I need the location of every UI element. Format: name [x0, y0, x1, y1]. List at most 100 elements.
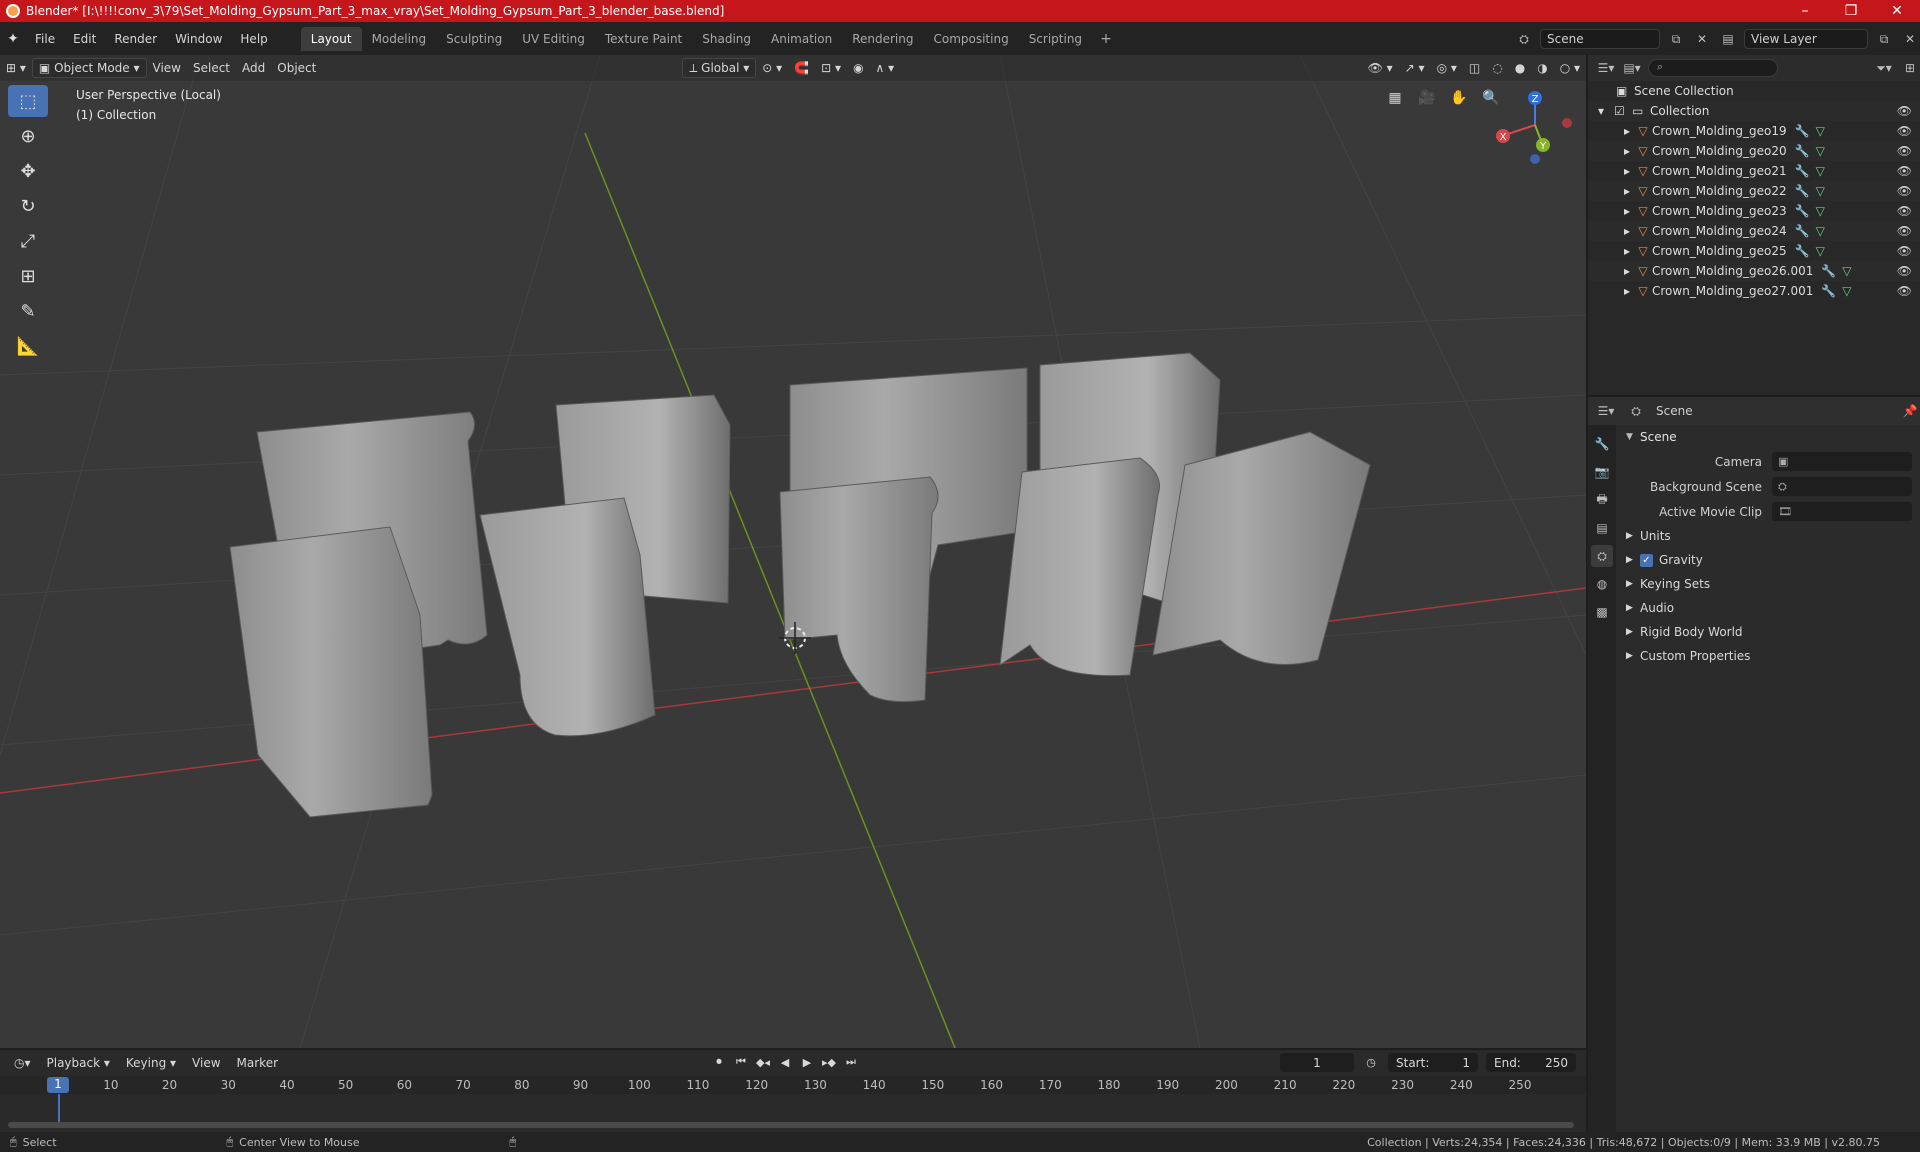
tree-row-object[interactable]: ▸ ▽ Crown_Molding_geo22 🔧 ▽ 👁 [1588, 181, 1920, 201]
material-shading-icon[interactable]: ◑ [1531, 58, 1553, 78]
tree-row-object[interactable]: ▸ ▽ Crown_Molding_geo25 🔧 ▽ 👁 [1588, 241, 1920, 261]
perspective-toggle-icon[interactable]: ▦ [1382, 85, 1408, 111]
mode-selector[interactable]: ▣ Object Mode ▾ [31, 58, 147, 78]
modifier-wrench-icon[interactable]: 🔧 [1821, 264, 1836, 278]
viewport-menu-view[interactable]: View [147, 58, 187, 78]
tab-modeling[interactable]: Modeling [362, 27, 437, 51]
crown-molding-objects[interactable] [229, 352, 1371, 818]
tab-texture-paint[interactable]: Texture Paint [595, 27, 692, 51]
custom-properties-panel-header[interactable]: ▶ Custom Properties [1622, 644, 1920, 668]
timeline-view-menu[interactable]: View [186, 1053, 226, 1073]
mesh-data-icon[interactable]: ▽ [1842, 264, 1851, 278]
pan-view-icon[interactable]: ✋ [1446, 85, 1472, 111]
rotate-tool-icon[interactable]: ↻ [8, 190, 48, 222]
expand-arrow-icon[interactable]: ▸ [1588, 204, 1634, 218]
viewport-menu-add[interactable]: Add [236, 58, 271, 78]
add-workspace-button[interactable]: + [1092, 28, 1120, 50]
transform-tool-icon[interactable]: ⊞ [8, 260, 48, 292]
tab-compositing[interactable]: Compositing [923, 27, 1018, 51]
eye-icon[interactable]: 👁 [1897, 224, 1912, 238]
preview-range-icon[interactable]: ◷ [1362, 1054, 1380, 1072]
jump-start-icon[interactable]: ⏮ [732, 1053, 750, 1071]
tree-row-object[interactable]: ▸ ▽ Crown_Molding_geo24 🔧 ▽ 👁 [1588, 221, 1920, 241]
play-reverse-icon[interactable]: ◀ [776, 1053, 794, 1071]
tree-row-object[interactable]: ▸ ▽ Crown_Molding_geo21 🔧 ▽ 👁 [1588, 161, 1920, 181]
texture-tab-icon[interactable]: ▩ [1591, 601, 1613, 623]
scene-tab-icon[interactable]: ⛭ [1591, 545, 1613, 567]
next-keyframe-icon[interactable]: ▸◆ [820, 1053, 838, 1071]
overlay-toggle-icon[interactable]: ◎ ▾ [1431, 58, 1463, 78]
marker-menu[interactable]: Marker [231, 1053, 284, 1073]
keying-sets-panel-header[interactable]: ▶ Keying Sets [1622, 572, 1920, 596]
zoom-view-icon[interactable]: 🔍 [1478, 85, 1504, 111]
delete-view-layer-icon[interactable]: ✕ [1900, 29, 1920, 49]
menu-render[interactable]: Render [105, 28, 166, 50]
wireframe-shading-icon[interactable]: ◌ [1486, 58, 1508, 78]
measure-tool-icon[interactable]: 📐 [8, 330, 48, 362]
end-frame-field[interactable]: End: 250 [1486, 1053, 1576, 1072]
render-tab-icon[interactable]: 📷 [1591, 461, 1613, 483]
eye-icon[interactable]: 👁 [1897, 284, 1912, 298]
expand-arrow-icon[interactable]: ▸ [1588, 224, 1634, 238]
gizmo-toggle-icon[interactable]: ↗ ▾ [1399, 58, 1431, 78]
camera-field[interactable]: ▣ [1772, 452, 1912, 471]
background-scene-field[interactable]: ⛭ [1772, 477, 1912, 496]
keying-menu[interactable]: Keying ▾ [120, 1053, 182, 1073]
pin-icon[interactable]: 📌 [1900, 401, 1920, 421]
movie-clip-field[interactable]: 🎞 [1772, 502, 1912, 521]
transform-orientation-selector[interactable]: ⟂ Global ▾ [682, 58, 757, 78]
timeline-track[interactable] [0, 1094, 1586, 1134]
modifier-wrench-icon[interactable]: 🔧 [1795, 124, 1810, 138]
menu-file[interactable]: File [26, 28, 64, 50]
menu-help[interactable]: Help [231, 28, 276, 50]
modifier-wrench-icon[interactable]: 🔧 [1795, 244, 1810, 258]
mesh-data-icon[interactable]: ▽ [1816, 124, 1825, 138]
tool-tab-icon[interactable]: 🔧 [1591, 433, 1613, 455]
viewport-scene[interactable]: Z X Y [0, 55, 1586, 1048]
eye-icon[interactable]: 👁 [1897, 204, 1912, 218]
modifier-wrench-icon[interactable]: 🔧 [1795, 204, 1810, 218]
minimize-button[interactable]: – [1782, 3, 1828, 19]
scale-tool-icon[interactable]: ⤢ [8, 225, 48, 257]
mesh-data-icon[interactable]: ▽ [1816, 144, 1825, 158]
camera-view-icon[interactable]: 🎥 [1414, 85, 1440, 111]
blender-menu-icon[interactable]: ✦ [0, 31, 26, 47]
mesh-data-icon[interactable]: ▽ [1842, 284, 1851, 298]
move-tool-icon[interactable]: ✥ [8, 155, 48, 187]
mesh-data-icon[interactable]: ▽ [1816, 184, 1825, 198]
expand-arrow-icon[interactable]: ▸ [1588, 144, 1634, 158]
outliner-search-input[interactable]: ⌕ [1648, 59, 1778, 77]
3d-viewport[interactable]: Z X Y ⊞ ▾ ▣ Object Mode ▾ View Select Ad… [0, 55, 1586, 1048]
eye-icon[interactable]: 👁 [1897, 124, 1912, 138]
properties-editor-type-icon[interactable]: ☰▾ [1596, 401, 1616, 421]
filter-icon[interactable]: ⏷▾ [1874, 58, 1894, 78]
play-icon[interactable]: ▶ [798, 1053, 816, 1071]
rendered-shading-icon[interactable]: ○ ▾ [1554, 58, 1586, 78]
eye-icon[interactable]: 👁 [1897, 164, 1912, 178]
eye-icon[interactable]: 👁 [1897, 244, 1912, 258]
tab-shading[interactable]: Shading [692, 27, 761, 51]
expand-arrow-icon[interactable]: ▸ [1588, 244, 1634, 258]
editor-type-button[interactable]: ⊞ ▾ [0, 58, 32, 78]
expand-arrow-icon[interactable]: ▸ [1588, 264, 1634, 278]
tab-uv-editing[interactable]: UV Editing [512, 27, 595, 51]
proportional-edit-icon[interactable]: ◉ [847, 58, 869, 78]
cursor-tool-icon[interactable]: ⊕ [8, 120, 48, 152]
units-panel-header[interactable]: ▶ Units [1622, 524, 1920, 548]
tree-row-object[interactable]: ▸ ▽ Crown_Molding_geo26.001 🔧 ▽ 👁 [1588, 261, 1920, 281]
playback-menu[interactable]: Playback ▾ [41, 1053, 116, 1073]
tree-row-object[interactable]: ▸ ▽ Crown_Molding_geo23 🔧 ▽ 👁 [1588, 201, 1920, 221]
scene-icon[interactable]: ⛭ [1514, 29, 1534, 49]
rigid-body-world-panel-header[interactable]: ▶ Rigid Body World [1622, 620, 1920, 644]
tree-row-collection[interactable]: ▾ ☑ ▭ Collection 👁 [1588, 101, 1920, 121]
tree-row-object[interactable]: ▸ ▽ Crown_Molding_geo20 🔧 ▽ 👁 [1588, 141, 1920, 161]
xray-toggle-icon[interactable]: ◫ [1463, 58, 1486, 78]
eye-icon[interactable]: 👁 [1897, 264, 1912, 278]
eye-icon[interactable]: 👁 [1897, 144, 1912, 158]
modifier-wrench-icon[interactable]: 🔧 [1795, 164, 1810, 178]
pivot-point-icon[interactable]: ⊙ ▾ [756, 58, 788, 78]
gizmo-neg-z-handle[interactable] [1530, 154, 1540, 164]
navigation-gizmo[interactable]: Z X Y [1496, 91, 1572, 164]
expand-arrow-icon[interactable]: ▾ [1588, 104, 1614, 118]
solid-shading-icon[interactable]: ● [1509, 58, 1531, 78]
